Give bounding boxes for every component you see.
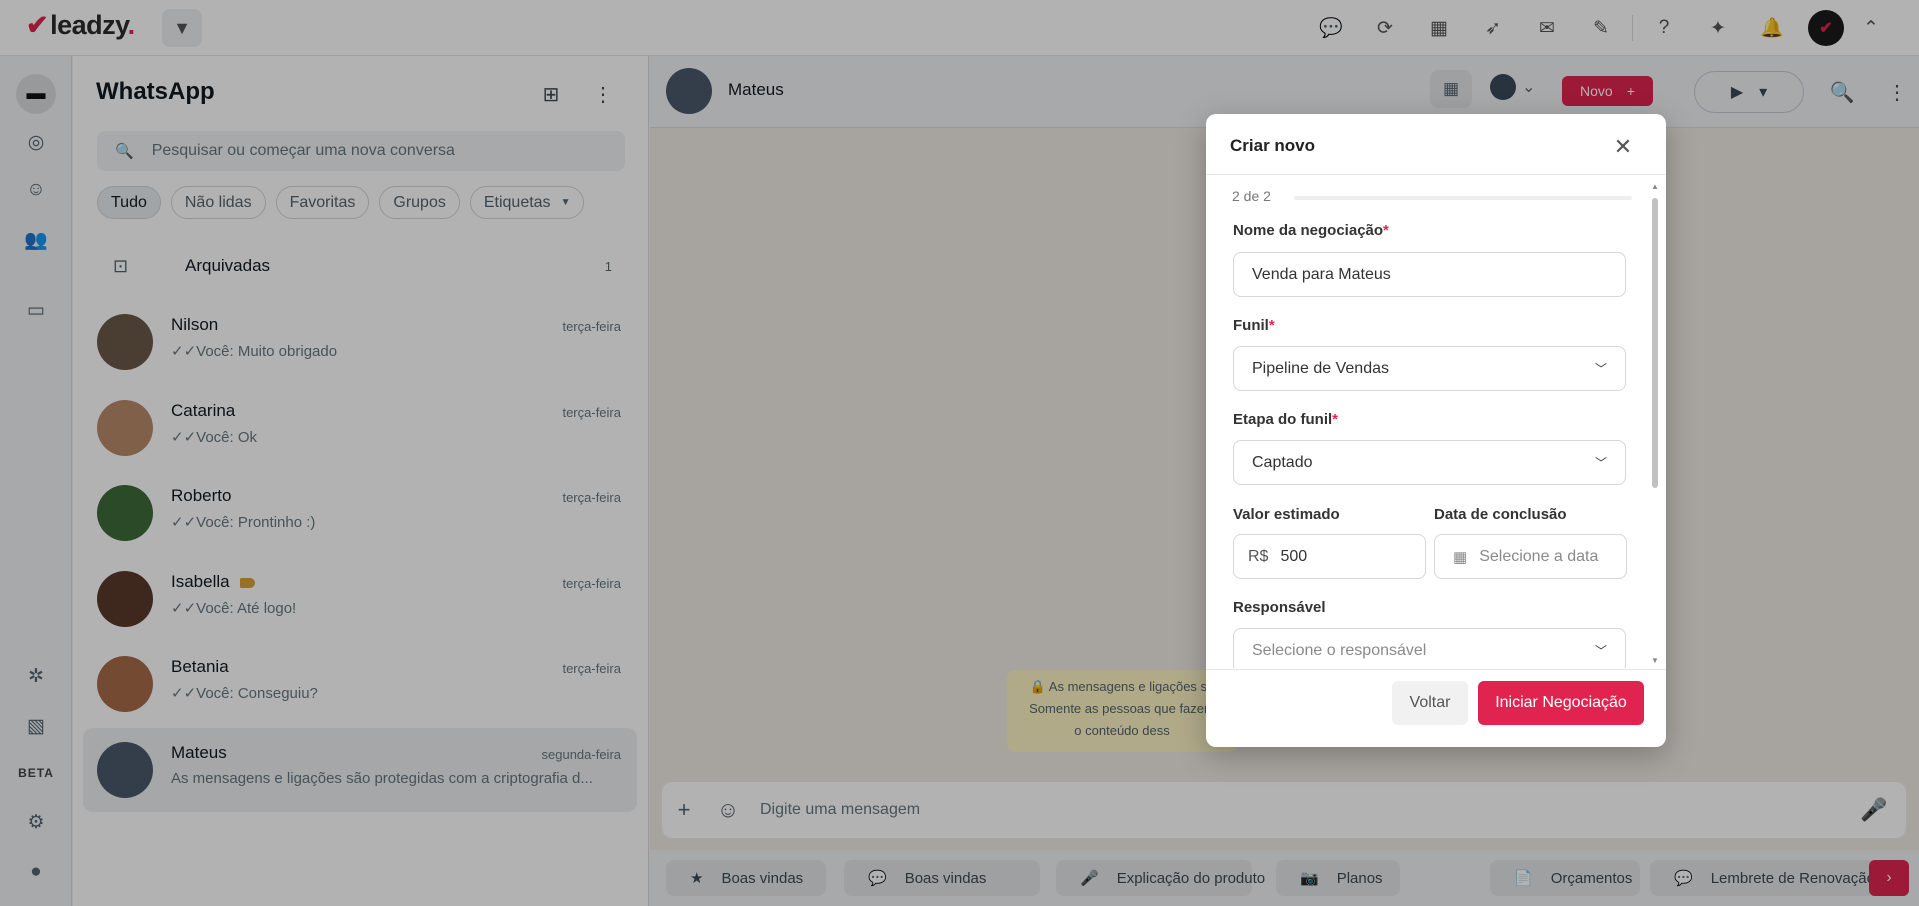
chevron-down-icon: ﹀ (1594, 362, 1607, 376)
currency-prefix: R$ (1248, 547, 1269, 565)
deal-name-input[interactable]: Venda para Mateus (1233, 252, 1626, 297)
chevron-down-icon: ﹀ (1594, 644, 1607, 658)
owner-select[interactable]: Selecione o responsável ﹀ (1233, 628, 1626, 668)
modal-footer: Voltar Iniciar Negociação (1206, 669, 1666, 747)
close-icon[interactable]: ✕ (1608, 132, 1638, 162)
scrollbar-thumb[interactable] (1652, 198, 1658, 488)
calendar-icon: ▦ (1453, 548, 1468, 566)
stage-label: Etapa do funil* (1233, 411, 1339, 428)
create-new-modal: Criar novo ✕ 2 de 2 Nome da negociação* … (1206, 114, 1666, 747)
modal-body: 2 de 2 Nome da negociação* Venda para Ma… (1206, 174, 1666, 668)
estimated-value-input[interactable]: R$ 500 (1233, 534, 1426, 579)
closing-date-label: Data de conclusão (1434, 506, 1567, 523)
stage-select[interactable]: Captado ﹀ (1233, 440, 1626, 485)
step-indicator: 2 de 2 (1232, 188, 1271, 204)
modal-scrollbar[interactable]: ▲ ▼ (1651, 182, 1659, 665)
funnel-select[interactable]: Pipeline de Vendas ﹀ (1233, 346, 1626, 391)
back-button[interactable]: Voltar (1392, 681, 1468, 725)
closing-date-input[interactable]: ▦ Selecione a data (1434, 534, 1627, 579)
scroll-down-icon[interactable]: ▼ (1651, 656, 1659, 665)
funnel-label: Funil* (1233, 317, 1275, 334)
deal-name-label: Nome da negociação* (1233, 222, 1389, 239)
scroll-up-icon[interactable]: ▲ (1651, 182, 1659, 191)
start-deal-button[interactable]: Iniciar Negociação (1478, 681, 1644, 725)
step-progress (1294, 196, 1632, 200)
estimated-value-label: Valor estimado (1233, 506, 1340, 523)
owner-label: Responsável (1233, 599, 1326, 616)
chevron-down-icon: ﹀ (1594, 456, 1607, 470)
modal-title: Criar novo (1230, 136, 1316, 155)
